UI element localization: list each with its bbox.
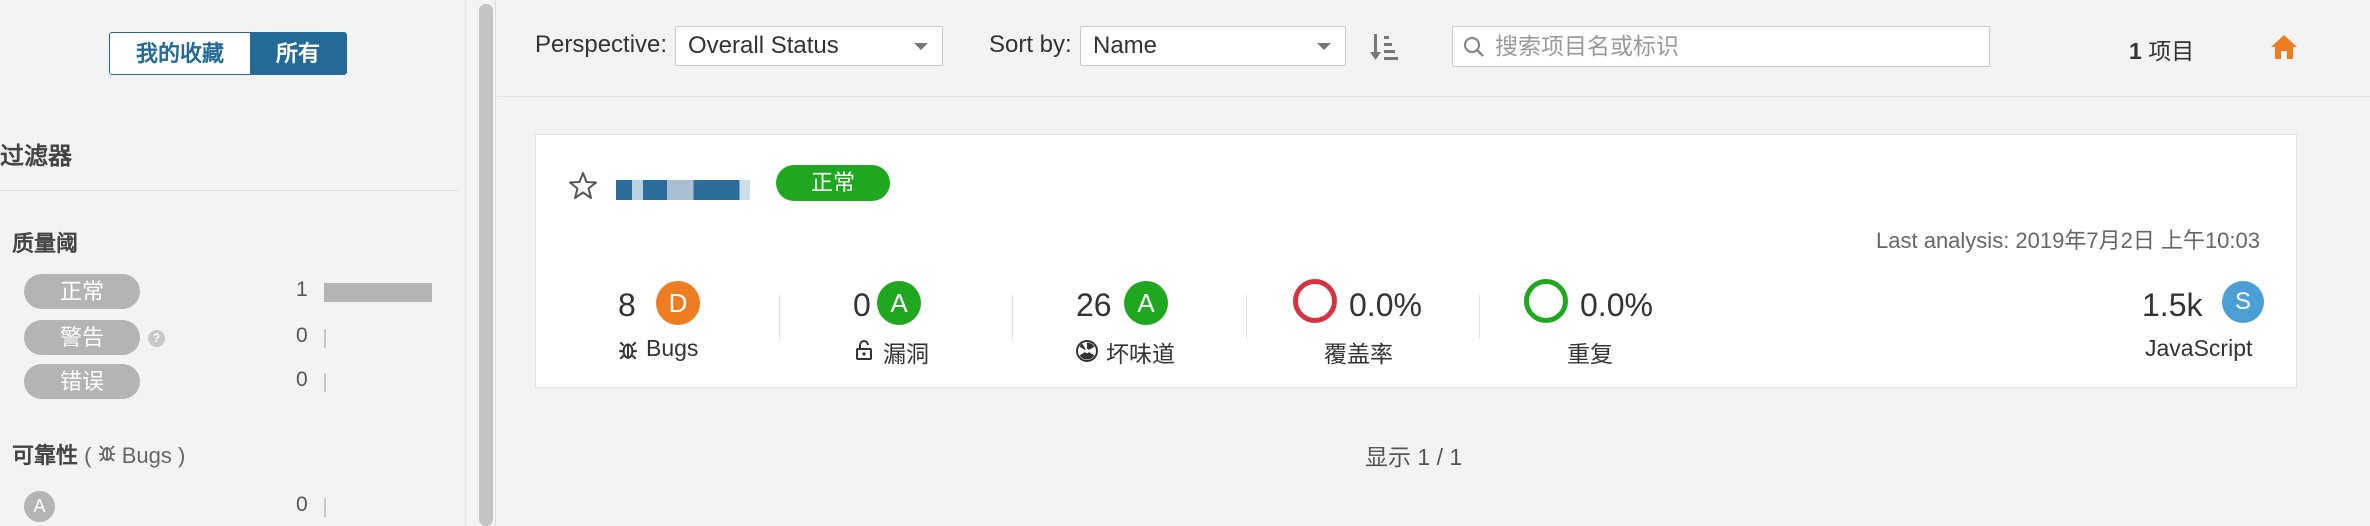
divider bbox=[779, 295, 780, 339]
grade-badge: A bbox=[24, 491, 55, 522]
perspective-value: Overall Status bbox=[688, 32, 839, 59]
vulnerabilities-value: 0 bbox=[853, 287, 871, 323]
project-card: 正常 Last analysis: 2019年7月2日 上午10:03 8 D … bbox=[535, 134, 2297, 388]
code-smells-label: 坏味道 bbox=[1106, 341, 1175, 367]
radiation-icon bbox=[1076, 340, 1098, 362]
divider bbox=[1012, 295, 1013, 339]
sidebar-scrollbar[interactable] bbox=[476, 0, 496, 526]
bugs-value: 8 bbox=[618, 287, 636, 323]
sort-label: Sort by: bbox=[989, 31, 1072, 58]
filters-title: 过滤器 bbox=[0, 143, 72, 170]
search-icon bbox=[1463, 36, 1484, 57]
duplications-donut bbox=[1524, 279, 1568, 323]
reliability-sub: Bugs bbox=[121, 443, 172, 468]
measure-duplications[interactable]: 0.0% 重复 bbox=[1524, 275, 1674, 367]
facet-count: 0 bbox=[296, 493, 308, 516]
quality-gate-filter-error[interactable]: 错误 0 bbox=[24, 364, 444, 400]
status-pill: 正常 bbox=[24, 274, 140, 309]
chevron-down-icon bbox=[914, 43, 928, 50]
language-label: JavaScript bbox=[2145, 335, 2253, 361]
home-icon[interactable] bbox=[2270, 34, 2298, 60]
toolbar: Perspective: Overall Status Sort by: Nam… bbox=[497, 0, 2370, 97]
measure-vulnerabilities[interactable]: 0 A 漏洞 bbox=[831, 275, 951, 367]
sort-select[interactable]: Name bbox=[1080, 26, 1346, 66]
facet-count: 0 bbox=[296, 324, 308, 347]
coverage-label: 覆盖率 bbox=[1324, 341, 1393, 367]
measure-coverage[interactable]: 0.0% 覆盖率 bbox=[1293, 275, 1443, 367]
vulnerabilities-grade: A bbox=[877, 281, 921, 325]
chevron-down-icon bbox=[1317, 43, 1331, 50]
reliability-paren-open: ( bbox=[84, 443, 92, 468]
facet-count: 1 bbox=[296, 278, 308, 301]
project-count-number: 1 bbox=[2129, 38, 2142, 64]
size-badge: S bbox=[2222, 281, 2264, 323]
main-content: Perspective: Overall Status Sort by: Nam… bbox=[497, 0, 2370, 526]
sort-order-icon[interactable] bbox=[1370, 32, 1400, 62]
favorites-tab[interactable]: 我的收藏 bbox=[110, 33, 250, 74]
reliability-paren-close: ) bbox=[178, 443, 186, 468]
star-icon[interactable] bbox=[568, 171, 598, 201]
code-smells-grade: A bbox=[1124, 281, 1168, 325]
divider bbox=[1246, 295, 1247, 339]
all-tab[interactable]: 所有 bbox=[250, 33, 346, 74]
facet-bar bbox=[324, 498, 326, 517]
bug-icon bbox=[619, 341, 637, 360]
coverage-value: 0.0% bbox=[1349, 287, 1422, 323]
duplications-value: 0.0% bbox=[1580, 287, 1653, 323]
duplications-label: 重复 bbox=[1567, 341, 1613, 367]
reliability-title-text: 可靠性 bbox=[12, 443, 79, 468]
reliability-title: 可靠性 ( Bugs ) bbox=[12, 438, 185, 470]
search-input[interactable] bbox=[1495, 27, 1975, 66]
pagination-summary: 显示 1 / 1 bbox=[1365, 444, 1463, 470]
perspective-select[interactable]: Overall Status bbox=[675, 26, 943, 66]
divider bbox=[0, 190, 460, 191]
project-count: 1 项目 bbox=[2129, 32, 2194, 66]
status-pill: 错误 bbox=[24, 364, 140, 399]
size-value: 1.5k bbox=[2142, 287, 2203, 323]
sort-value: Name bbox=[1093, 32, 1158, 59]
quality-gate-filter-warn[interactable]: 警告 ? 0 bbox=[24, 320, 444, 356]
project-count-suffix: 项目 bbox=[2148, 38, 2195, 64]
bug-icon bbox=[98, 443, 122, 468]
scroll-thumb[interactable] bbox=[479, 4, 493, 526]
facet-bar bbox=[324, 283, 432, 302]
quality-gate-badge: 正常 bbox=[776, 165, 890, 201]
measure-bugs[interactable]: 8 D Bugs bbox=[596, 275, 716, 365]
quality-gate-title: 质量阈 bbox=[12, 231, 79, 256]
sidebar: 我的收藏 所有 过滤器 质量阈 正常 1 警告 ? 0 错误 0 可靠性 ( B… bbox=[0, 0, 466, 526]
divider bbox=[1479, 295, 1480, 339]
perspective-label: Perspective: bbox=[535, 31, 668, 58]
search-box bbox=[1452, 26, 1990, 67]
facet-bar bbox=[324, 329, 326, 348]
vulnerabilities-label: 漏洞 bbox=[883, 341, 929, 367]
last-analysis: Last analysis: 2019年7月2日 上午10:03 bbox=[1876, 228, 2260, 253]
measure-size[interactable]: 1.5k S JavaScript bbox=[2126, 275, 2266, 365]
unlock-icon bbox=[856, 340, 872, 360]
code-smells-value: 26 bbox=[1076, 287, 1112, 323]
redacted-name bbox=[616, 180, 750, 201]
favorites-toggle: 我的收藏 所有 bbox=[109, 32, 347, 75]
facet-count: 0 bbox=[296, 368, 308, 391]
bugs-label: Bugs bbox=[646, 335, 699, 361]
project-name-link[interactable] bbox=[616, 173, 750, 204]
facet-bar bbox=[324, 373, 326, 392]
reliability-filter-a[interactable]: A 0 bbox=[24, 489, 444, 525]
bugs-grade: D bbox=[656, 281, 700, 325]
measure-code-smells[interactable]: 26 A 坏味道 bbox=[1076, 275, 1196, 367]
quality-gate-filter-ok[interactable]: 正常 1 bbox=[24, 274, 444, 310]
help-icon[interactable]: ? bbox=[148, 330, 165, 347]
coverage-donut bbox=[1293, 279, 1337, 323]
status-pill: 警告 bbox=[24, 320, 140, 355]
